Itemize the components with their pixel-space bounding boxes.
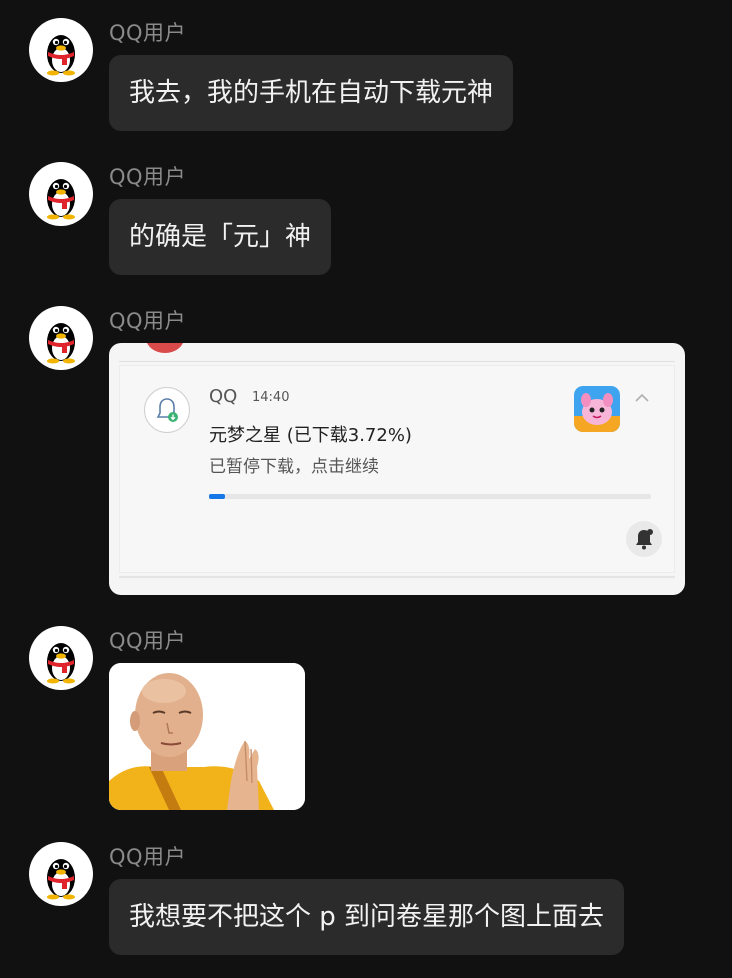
avatar[interactable] <box>29 842 93 906</box>
sender-name: QQ用户 <box>109 629 187 653</box>
chat-area: QQ用户 我去，我的手机在自动下载元神 QQ用户 的确是「元」神 QQ用户 QQ… <box>0 0 732 978</box>
notification-subtitle: 已暂停下载，点击继续 <box>209 457 379 477</box>
chevron-up-icon[interactable] <box>633 390 651 404</box>
sender-name: QQ用户 <box>109 165 187 189</box>
download-progress-bar <box>209 494 651 499</box>
download-progress-fill <box>209 494 226 499</box>
avatar[interactable] <box>29 626 93 690</box>
divider <box>119 576 675 578</box>
qq-penguin-icon <box>47 323 75 364</box>
avatar[interactable] <box>29 18 93 82</box>
message-bubble[interactable]: 我去，我的手机在自动下载元神 <box>109 55 514 131</box>
sender-name: QQ用户 <box>109 845 187 869</box>
sender-name: QQ用户 <box>109 21 187 45</box>
message-bubble[interactable]: 我想要不把这个 p 到问卷星那个图上面去 <box>109 879 625 955</box>
game-thumbnail <box>574 386 620 432</box>
screenshot-image[interactable]: QQ 14:40 元梦之星 (已下载3.72%) 已暂停下载，点击继续 <box>109 343 685 595</box>
notification-app-name: QQ <box>209 386 238 407</box>
notification-time: 14:40 <box>252 390 290 405</box>
qq-penguin-icon <box>47 35 75 76</box>
qq-download-icon <box>144 387 190 433</box>
red-badge <box>146 343 184 353</box>
avatar[interactable] <box>29 162 93 226</box>
sender-name: QQ用户 <box>109 309 187 333</box>
qq-penguin-icon <box>47 179 75 220</box>
bell-off-icon[interactable] <box>626 521 662 557</box>
divider <box>119 361 675 362</box>
message-bubble[interactable]: 的确是「元」神 <box>109 199 332 275</box>
download-notification: QQ 14:40 元梦之星 (已下载3.72%) 已暂停下载，点击继续 <box>119 365 675 573</box>
avatar[interactable] <box>29 306 93 370</box>
notification-title: 元梦之星 (已下载3.72%) <box>209 425 412 446</box>
qq-penguin-icon <box>47 643 75 684</box>
qq-penguin-icon <box>47 859 75 900</box>
monk-meme-image[interactable] <box>109 663 305 810</box>
